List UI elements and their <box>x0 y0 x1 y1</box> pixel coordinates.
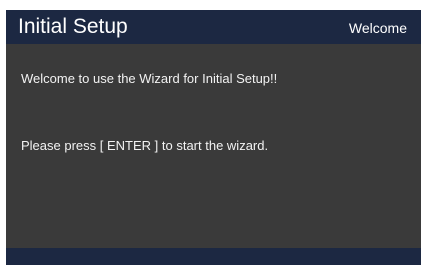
wizard-page-label: Welcome <box>348 20 407 36</box>
wizard-footer-bar <box>6 248 421 265</box>
wizard-content: Welcome to use the Wizard for Initial Se… <box>6 44 421 248</box>
start-instruction: Please press [ ENTER ] to start the wiza… <box>21 138 269 153</box>
setup-wizard-window: Initial Setup Welcome Welcome to use the… <box>6 10 421 265</box>
wizard-title: Initial Setup <box>18 15 128 38</box>
welcome-message: Welcome to use the Wizard for Initial Se… <box>21 71 278 86</box>
wizard-header: Initial Setup Welcome <box>6 10 421 44</box>
